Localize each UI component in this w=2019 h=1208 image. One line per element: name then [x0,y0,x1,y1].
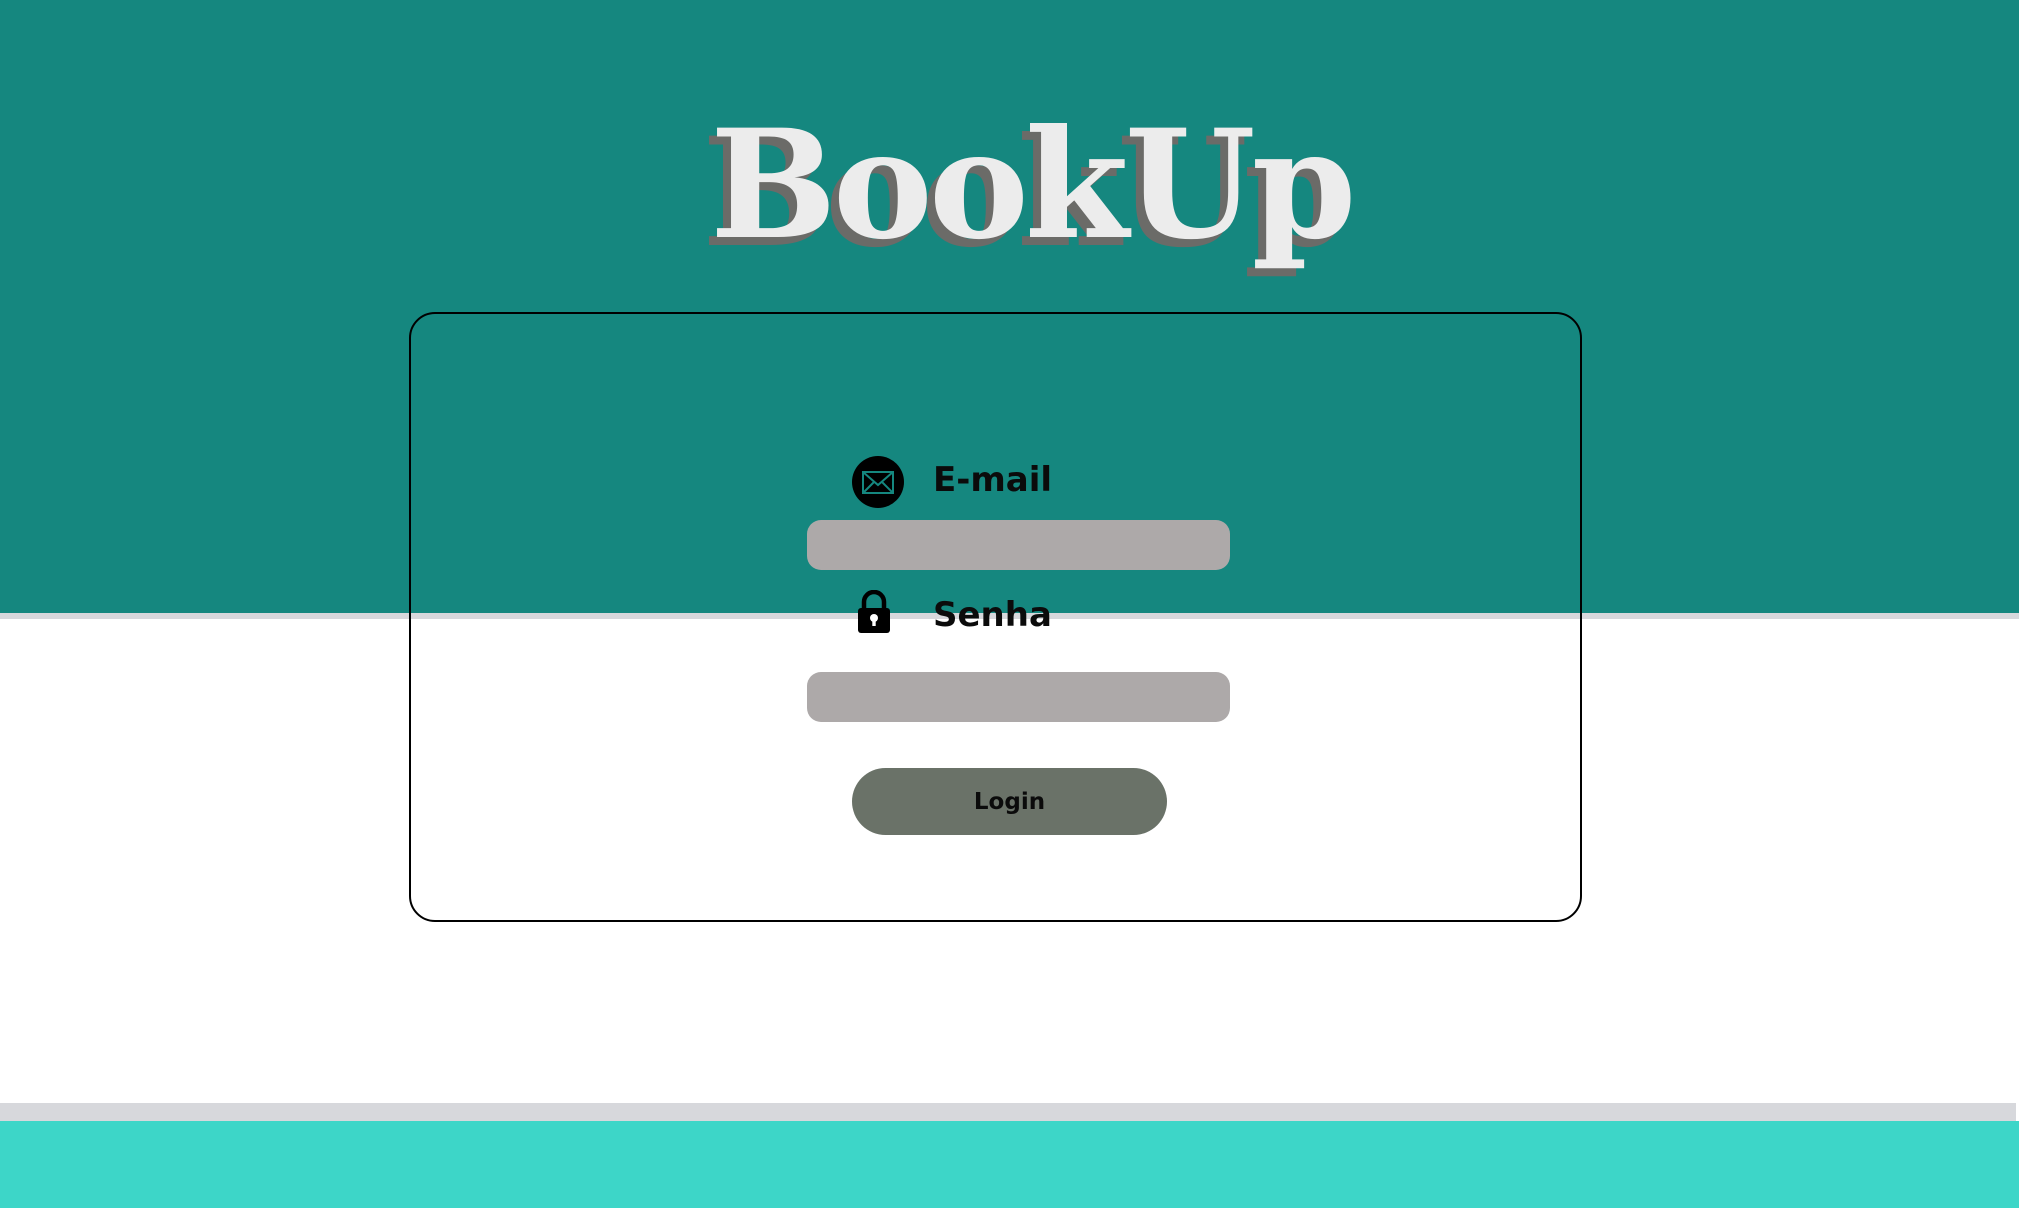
password-label: Senha [933,595,1052,635]
lock-icon [858,590,890,633]
email-field[interactable] [807,520,1230,570]
envelope-icon [852,456,904,508]
email-label: E-mail [933,460,1053,500]
bookup-logo: BookUp BookUp [702,95,1357,281]
login-button[interactable]: Login [852,768,1167,835]
password-field[interactable] [807,672,1230,722]
logo-text: BookUp [710,97,1357,273]
footer-divider [0,1103,2016,1121]
footer-band [0,1121,2019,1208]
